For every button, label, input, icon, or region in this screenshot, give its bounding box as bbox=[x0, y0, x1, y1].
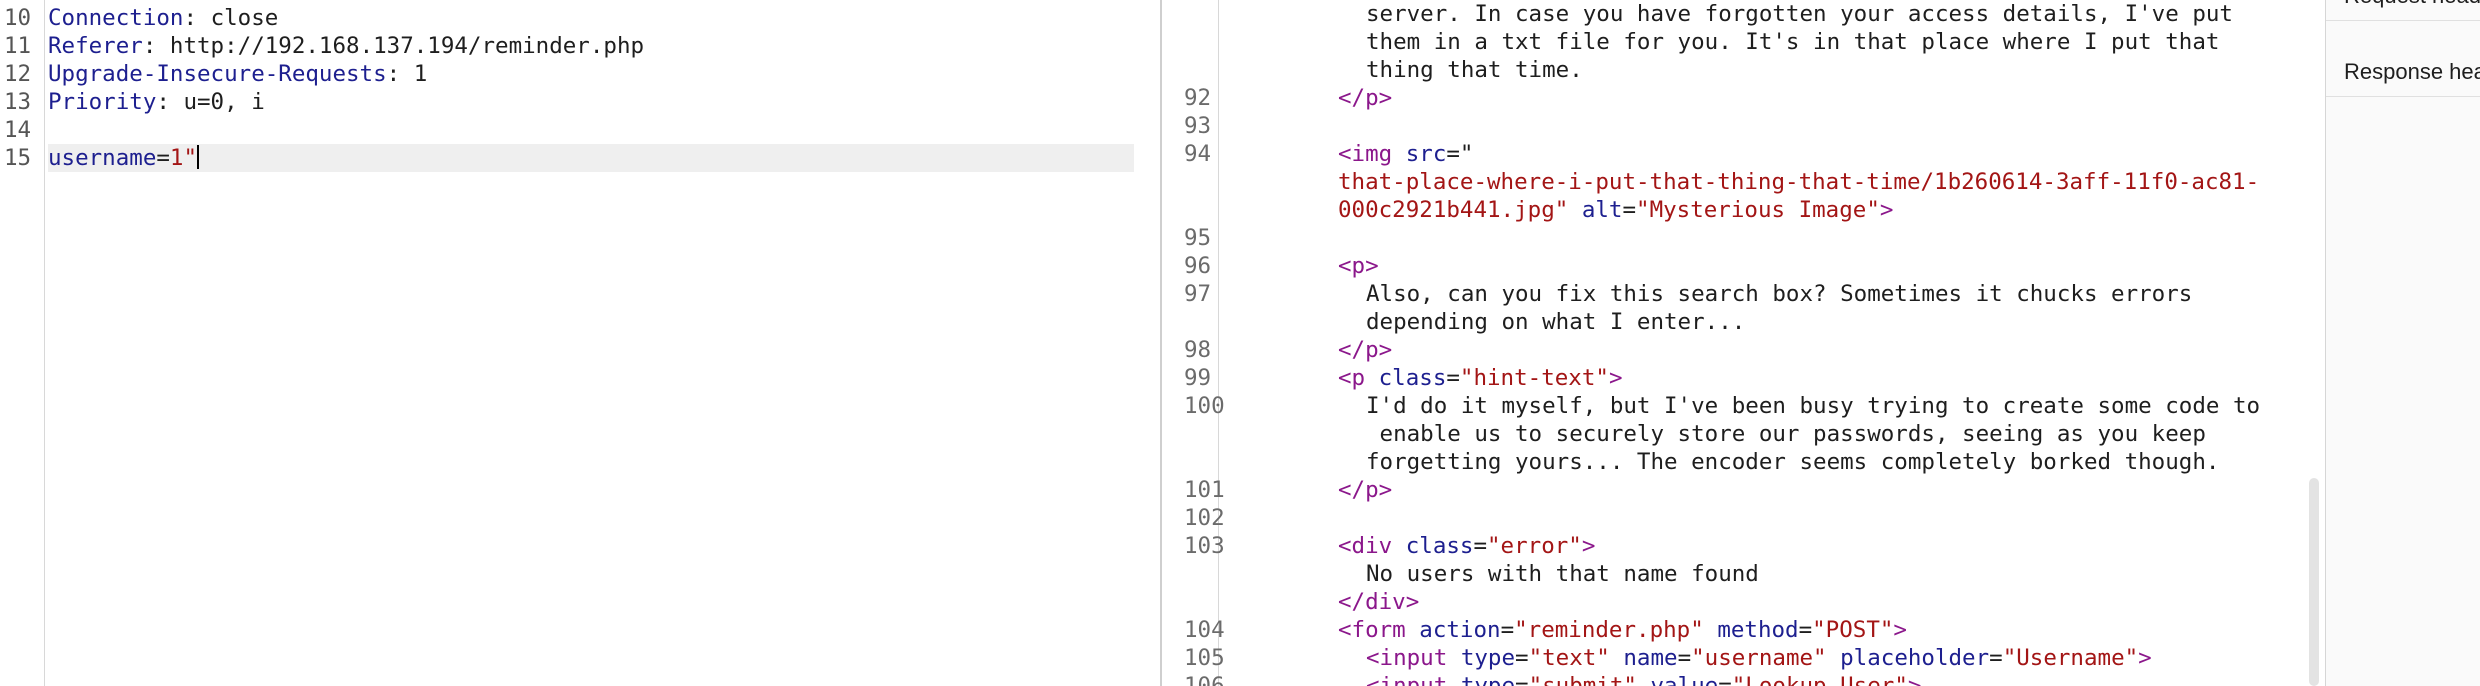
body-param-name: username bbox=[48, 145, 157, 171]
response-headers-section[interactable]: Response headers bbox=[2326, 48, 2480, 97]
line-number: 97 bbox=[1184, 281, 1212, 307]
line-number: 103 bbox=[1184, 533, 1225, 559]
response-line: 92 </p> bbox=[1184, 85, 1393, 111]
request-line[interactable]: 10 Connection: close bbox=[0, 4, 1160, 32]
line-number: 92 bbox=[1184, 85, 1212, 111]
line-number: 13 bbox=[4, 89, 32, 115]
line-number: 104 bbox=[1184, 617, 1225, 643]
header-value: close bbox=[210, 5, 279, 31]
response-line: 94 <img src=" bbox=[1184, 141, 1474, 167]
line-number: 10 bbox=[4, 5, 32, 31]
line-number: 99 bbox=[1184, 365, 1212, 391]
response-line: 99 <p class="hint-text"> bbox=[1184, 365, 1623, 391]
response-line: </div> bbox=[1338, 589, 1420, 615]
response-line: 101 </p> bbox=[1184, 477, 1393, 503]
response-line: 96 <p> bbox=[1184, 253, 1379, 279]
line-number: 15 bbox=[4, 145, 32, 171]
line-number: 94 bbox=[1184, 141, 1212, 167]
request-line[interactable]: 13 Priority: u=0, i bbox=[0, 88, 1160, 116]
request-body-line[interactable]: 15 username=1" bbox=[0, 144, 1160, 172]
header-name: Connection bbox=[48, 5, 184, 31]
current-line-highlight: username=1" bbox=[48, 144, 1134, 172]
response-line: 93 bbox=[1162, 112, 2325, 140]
line-number: 11 bbox=[4, 33, 32, 59]
line-number: 14 bbox=[4, 117, 32, 143]
line-number: 12 bbox=[4, 61, 32, 87]
response-line: depending on what I enter... bbox=[1366, 309, 1746, 335]
header-name: Upgrade-Insecure-Requests bbox=[48, 61, 387, 87]
inspector-panel: Request headers Response headers bbox=[2325, 0, 2480, 686]
response-line: 105 <input type="text" name="username" pl… bbox=[1184, 645, 2152, 671]
response-line: 98 </p> bbox=[1184, 337, 1393, 363]
line-number: 105 bbox=[1184, 645, 1225, 671]
response-line: No users with that name found bbox=[1366, 561, 1759, 587]
line-number: 93 bbox=[1184, 113, 1212, 139]
response-line: 106 <input type="submit" value="Lookup Us… bbox=[1162, 672, 2325, 686]
header-name: Priority bbox=[48, 89, 157, 115]
response-line: thing that time. bbox=[1366, 57, 1583, 83]
line-number: 96 bbox=[1184, 253, 1212, 279]
response-line: 95 bbox=[1162, 224, 2325, 252]
response-line: them in a txt file for you. It's in that… bbox=[1366, 29, 2220, 55]
vertical-scrollbar[interactable] bbox=[2309, 478, 2319, 686]
line-number: 102 bbox=[1184, 505, 1225, 531]
text-caret bbox=[197, 145, 200, 169]
request-headers-section[interactable]: Request headers bbox=[2326, 0, 2480, 21]
response-line: enable us to securely store our password… bbox=[1366, 421, 2206, 447]
request-editor[interactable]: 10 Connection: close 11 Referer: http://… bbox=[0, 0, 1160, 686]
response-line: 103 <div class="error"> bbox=[1184, 533, 1596, 559]
body-param-value: 1" bbox=[169, 145, 198, 171]
response-line: 104 <form action="reminder.php" method="P… bbox=[1184, 617, 1907, 643]
response-line: forgetting yours... The encoder seems co… bbox=[1366, 449, 2220, 475]
response-line: 97 Also, can you fix this search box? Som… bbox=[1184, 281, 2193, 307]
header-value: http://192.168.137.194/reminder.php bbox=[169, 33, 645, 59]
header-name: Referer bbox=[48, 33, 143, 59]
header-value: 1 bbox=[413, 61, 428, 87]
response-viewer[interactable]: server. In case you have forgotten your … bbox=[1162, 0, 2325, 686]
line-number: 101 bbox=[1184, 477, 1225, 503]
response-line: server. In case you have forgotten your … bbox=[1366, 1, 2233, 27]
request-line[interactable]: 12 Upgrade-Insecure-Requests: 1 bbox=[0, 60, 1160, 88]
response-line: 100 I'd do it myself, but I've been busy … bbox=[1184, 393, 2261, 419]
request-line[interactable]: 11 Referer: http://192.168.137.194/remin… bbox=[0, 32, 1160, 60]
response-line: 102 bbox=[1162, 504, 2325, 532]
response-line: 000c2921b441.jpg" alt="Mysterious Image"… bbox=[1338, 197, 1894, 223]
request-line[interactable]: 14 bbox=[0, 116, 1160, 144]
line-number: 98 bbox=[1184, 337, 1212, 363]
line-number: 95 bbox=[1184, 225, 1212, 251]
header-value: u=0, i bbox=[183, 89, 265, 115]
line-number: 106 bbox=[1184, 673, 1225, 686]
line-number: 100 bbox=[1184, 393, 1225, 419]
response-line: that-place-where-i-put-that-thing-that-t… bbox=[1338, 169, 2260, 195]
